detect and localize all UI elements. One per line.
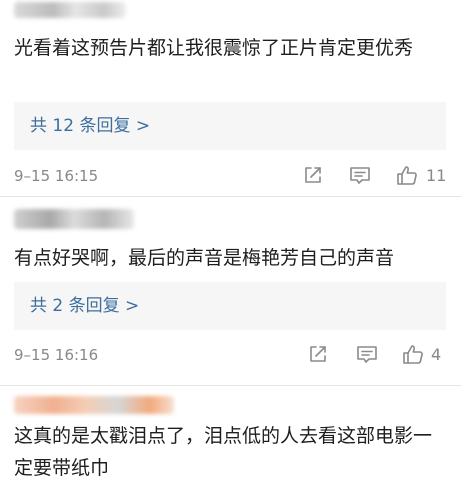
comment-icon[interactable] (355, 343, 379, 365)
username-blurred[interactable] (14, 2, 126, 18)
like-count: 11 (426, 166, 447, 185)
reply-box[interactable]: 共 12 条回复 > (14, 102, 446, 150)
view-replies-link[interactable]: 共 2 条回复 > (30, 294, 139, 318)
reply-box[interactable]: 共 2 条回复 > (14, 282, 446, 330)
share-icon[interactable] (302, 164, 324, 186)
divider (0, 385, 461, 386)
comment-meta-row: 9–15 16:15 11 (14, 164, 446, 188)
share-icon[interactable] (307, 343, 329, 365)
like-count: 4 (431, 345, 442, 364)
divider (0, 196, 461, 197)
comment-meta-row: 9–15 16:16 4 (14, 343, 446, 367)
comment-text: 光看着这预告片都让我很震惊了正片肯定更优秀 (14, 37, 414, 59)
view-replies-link[interactable]: 共 12 条回复 > (30, 114, 150, 138)
comment-text: 有点好哭啊，最后的声音是梅艳芳自己的声音 (14, 247, 395, 269)
thumbs-up-icon[interactable] (401, 343, 425, 365)
thumbs-up-icon[interactable] (395, 164, 419, 186)
comment-text: 这真的是太戳泪点了，泪点低的人去看这部电影一定要带纸巾 (14, 425, 433, 479)
comment-timestamp: 9–15 16:16 (14, 346, 99, 364)
comment-icon[interactable] (348, 164, 372, 186)
username-blurred[interactable] (14, 396, 174, 414)
comment-timestamp: 9–15 16:15 (14, 167, 99, 185)
username-blurred[interactable] (14, 209, 134, 229)
